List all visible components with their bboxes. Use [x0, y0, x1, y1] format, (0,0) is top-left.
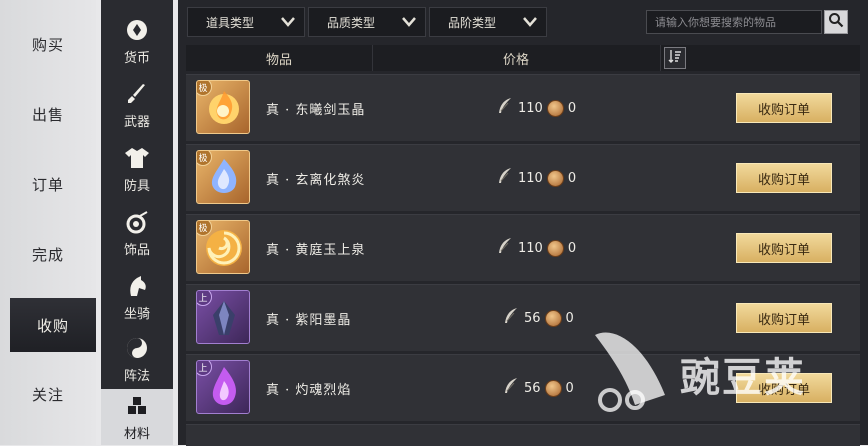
table-row: 极 真 · 黄庭玉上泉 110 0 收购订单 [186, 214, 860, 281]
item-name: 真 · 紫阳墨晶 [266, 312, 352, 328]
acquire-order-button[interactable]: 收购订单 [736, 93, 832, 123]
nav-item-acquire[interactable]: 收购 [10, 298, 96, 352]
category-label: 饰品 [123, 242, 150, 258]
item-name: 真 · 黄庭玉上泉 [266, 242, 366, 258]
item-name: 真 · 东曦剑玉晶 [266, 102, 366, 118]
feather-currency-icon [502, 377, 520, 399]
item-thumbnail[interactable]: 上 [196, 290, 250, 344]
feather-currency-icon [502, 307, 520, 329]
category-label: 坐骑 [123, 306, 150, 322]
watermark-text: 豌豆荚 [680, 355, 806, 401]
table-row [186, 424, 860, 446]
item-price: 110 0 [496, 215, 576, 281]
nav-item-buy[interactable]: 购买 [0, 17, 96, 71]
category-mount[interactable]: 坐骑 [101, 264, 173, 330]
item-thumbnail[interactable]: 极 [196, 80, 250, 134]
currency-icon [124, 17, 150, 43]
coin-icon [546, 169, 564, 187]
coin-amount: 0 [567, 170, 577, 186]
item-thumbnail[interactable]: 极 [196, 220, 250, 274]
dropdown-label: 道具类型 [206, 15, 255, 30]
dropdown-label: 品质类型 [327, 15, 376, 30]
price-amount: 56 [524, 310, 541, 326]
price-amount: 110 [518, 170, 543, 186]
search-input[interactable] [646, 10, 822, 34]
column-header-price: 价格 [372, 45, 661, 71]
coin-amount: 0 [565, 310, 574, 326]
item-thumbnail[interactable]: 极 [196, 150, 250, 204]
table-row: 极 真 · 东曦剑玉晶 110 0 收购订单 [186, 74, 860, 141]
search-button[interactable] [824, 10, 848, 34]
accessory-icon [124, 209, 150, 235]
category-label: 武器 [123, 114, 150, 130]
coin-amount: 0 [567, 240, 577, 256]
chevron-down-icon [401, 16, 417, 31]
price-amount: 56 [524, 380, 541, 396]
nav-item-watchlist[interactable]: 关注 [0, 367, 96, 421]
item-type-dropdown[interactable]: 道具类型 [187, 7, 305, 37]
quality-type-dropdown[interactable]: 品质类型 [308, 7, 426, 37]
dropdown-label: 品阶类型 [448, 15, 497, 30]
coin-icon [544, 379, 562, 397]
item-price: 56 0 [502, 285, 574, 351]
table-header: 物品 价格 [186, 45, 860, 71]
category-label: 防具 [123, 178, 150, 194]
feather-currency-icon [496, 167, 514, 189]
category-formation[interactable]: 阵法 [101, 326, 173, 392]
sort-button[interactable] [664, 47, 686, 69]
feather-currency-icon [496, 237, 514, 259]
chevron-down-icon [522, 16, 538, 31]
nav-item-sell[interactable]: 出售 [0, 87, 96, 141]
acquire-order-button[interactable]: 收购订单 [736, 303, 832, 333]
price-amount: 110 [518, 100, 543, 116]
chevron-down-icon [280, 16, 296, 31]
category-armor[interactable]: 防具 [101, 136, 173, 202]
item-thumbnail[interactable]: 上 [196, 360, 250, 414]
item-price: 56 0 [502, 355, 574, 421]
item-name: 真 · 玄离化煞炎 [266, 172, 366, 188]
category-label: 材料 [123, 426, 150, 442]
search-icon [828, 12, 844, 32]
armor-icon [124, 145, 150, 171]
acquire-order-button[interactable]: 收购订单 [736, 233, 832, 263]
category-materials[interactable]: 材料 [101, 389, 173, 445]
sword-icon [124, 81, 150, 107]
price-amount: 110 [518, 240, 543, 256]
tier-type-dropdown[interactable]: 品阶类型 [429, 7, 547, 37]
category-label: 阵法 [123, 368, 150, 384]
sort-icon [668, 49, 682, 67]
formation-icon [124, 335, 150, 361]
nav-item-orders[interactable]: 订单 [0, 157, 96, 211]
side-nav: 购买 出售 订单 完成 收购 关注 [0, 0, 96, 445]
coin-icon [546, 99, 564, 117]
item-price: 110 0 [496, 145, 576, 211]
nav-item-completed[interactable]: 完成 [0, 227, 96, 281]
materials-icon [124, 393, 150, 419]
table-row: 极 真 · 玄离化煞炎 110 0 收购订单 [186, 144, 860, 211]
category-label: 货币 [123, 50, 150, 66]
category-currency[interactable]: 货币 [101, 8, 173, 74]
item-price: 110 0 [496, 75, 576, 141]
column-header-item: 物品 [186, 45, 373, 71]
item-name: 真 · 灼魂烈焰 [266, 382, 352, 398]
category-sidebar: 货币 武器 防具 饰品 坐骑 阵法 材料 [101, 0, 173, 445]
coin-icon [546, 239, 564, 257]
coin-icon [544, 309, 562, 327]
category-accessory[interactable]: 饰品 [101, 200, 173, 266]
category-weapon[interactable]: 武器 [101, 72, 173, 138]
coin-amount: 0 [567, 100, 577, 116]
feather-currency-icon [496, 97, 514, 119]
table-row: 上 真 · 紫阳墨晶 56 0 收购订单 [186, 284, 860, 351]
mount-icon [124, 273, 150, 299]
coin-amount: 0 [565, 380, 574, 396]
acquire-order-button[interactable]: 收购订单 [736, 163, 832, 193]
